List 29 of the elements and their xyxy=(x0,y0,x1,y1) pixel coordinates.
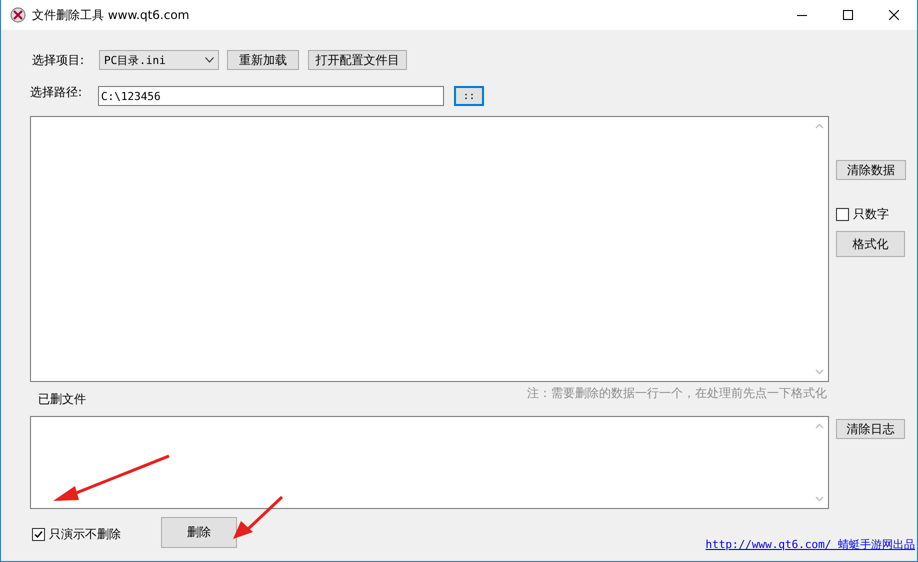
window-title: 文件删除工具 www.qt6.com xyxy=(32,6,190,24)
chevron-down-icon xyxy=(205,57,214,63)
scroll-up-icon[interactable] xyxy=(815,423,824,429)
delete-button[interactable]: 删除 xyxy=(161,517,237,548)
deleted-files-label: 已删文件 xyxy=(38,391,86,408)
clear-data-button[interactable]: 清除数据 xyxy=(836,160,906,180)
data-text-area[interactable] xyxy=(30,116,829,382)
checkbox[interactable] xyxy=(32,528,45,541)
open-config-folder-button[interactable]: 打开配置文件目 xyxy=(308,50,407,70)
project-label: 选择项目: xyxy=(32,52,86,68)
footer-link[interactable]: http://www.qt6.com/ 蜻蜓手游网出品 xyxy=(706,537,915,552)
format-button[interactable]: 格式化 xyxy=(836,231,905,257)
path-label: 选择路径: xyxy=(30,84,84,100)
digits-only-checkbox[interactable]: 只数字 xyxy=(836,206,889,223)
scroll-down-icon[interactable] xyxy=(815,369,824,375)
project-dropdown[interactable]: PC目录.ini xyxy=(99,50,219,70)
note-text: 注：需要删除的数据一行一个，在处理前先点一下格式化 xyxy=(527,385,828,402)
clear-log-button[interactable]: 清除日志 xyxy=(836,419,905,439)
browse-button[interactable]: :: xyxy=(454,86,484,106)
path-field[interactable]: C:\123456 xyxy=(98,86,444,106)
maximize-icon[interactable] xyxy=(843,10,853,20)
reload-button[interactable]: 重新加载 xyxy=(227,50,299,70)
demo-only-checkbox[interactable]: 只演示不删除 xyxy=(32,526,121,543)
app-icon xyxy=(10,7,26,23)
close-icon[interactable] xyxy=(889,10,899,20)
scroll-up-icon[interactable] xyxy=(815,123,824,129)
log-text-area[interactable] xyxy=(30,416,829,509)
checkbox[interactable] xyxy=(836,208,849,221)
scroll-down-icon[interactable] xyxy=(815,496,824,502)
